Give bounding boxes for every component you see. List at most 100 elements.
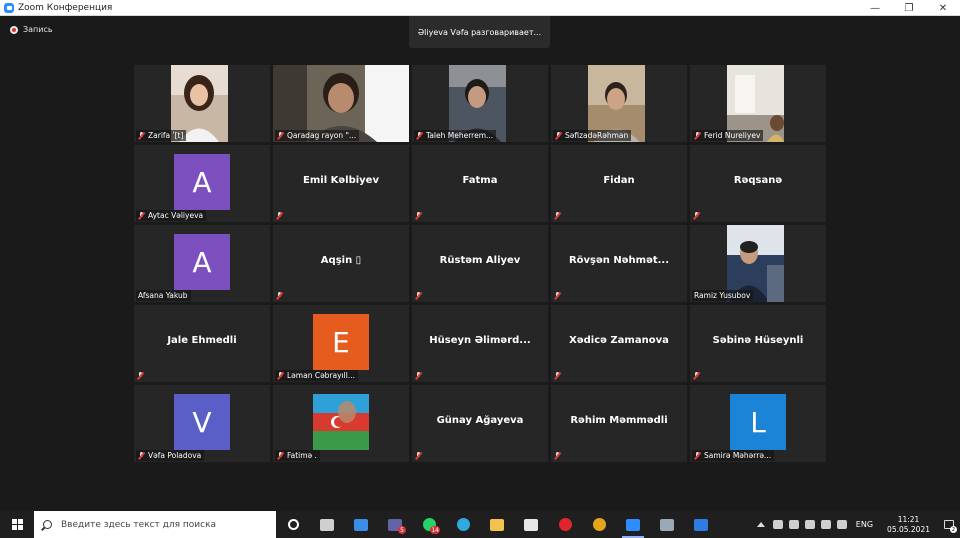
windows-logo-icon [11, 519, 23, 530]
network-status-icon[interactable] [772, 520, 783, 529]
participant-tile[interactable]: Fidan [551, 145, 687, 222]
search-icon [43, 520, 52, 529]
taskbar-app-button[interactable] [446, 511, 480, 538]
muted-mic-icon [416, 131, 423, 140]
participant-avatar: V [174, 394, 230, 450]
microphone-icon[interactable] [788, 520, 799, 529]
app-badge: 5 [398, 526, 406, 534]
taskbar-app-button[interactable] [548, 511, 582, 538]
participant-avatar: E [313, 314, 369, 370]
participant-name: Taleh Meherrem... [426, 131, 494, 140]
participant-tile[interactable]: Rüstəm Aliyev [412, 225, 548, 302]
participant-name: Ləman Cəbrayıll... [287, 371, 355, 380]
taskbar-app-button[interactable] [344, 511, 378, 538]
participant-tile[interactable]: Günay Ağayeva [412, 385, 548, 462]
participant-label: Vəfa Poladova [136, 450, 205, 461]
muted-mic-icon [138, 211, 145, 220]
muted-mic-icon [554, 292, 561, 300]
taskbar-app-button[interactable] [684, 511, 718, 538]
participant-tile[interactable]: Jale Ehmedli [134, 305, 270, 382]
participant-name: Afsana Yakub [138, 291, 188, 300]
participant-name-center: Aqşin ▯ [320, 255, 362, 266]
recording-indicator[interactable]: Запись [10, 25, 53, 34]
restore-button[interactable]: ❐ [892, 0, 926, 16]
windows-taskbar: Введите здесь текст для поиска 5 14 ENG 1… [0, 511, 960, 538]
taskbar-app-button[interactable] [310, 511, 344, 538]
participant-name-center: Rəqsanə [733, 175, 783, 186]
participant-tile[interactable]: Ramiz Yusubov [690, 225, 826, 302]
window-controls: — ❐ ✕ [858, 0, 960, 16]
participant-tile[interactable]: Rövşən Nəhmət... [551, 225, 687, 302]
participant-tile[interactable]: Qaradag rayon "... [273, 65, 409, 142]
participant-tile[interactable]: Səbinə Hüseynli [690, 305, 826, 382]
battery-icon[interactable] [804, 520, 815, 529]
participant-tile[interactable]: Aqşin ▯ [273, 225, 409, 302]
close-button[interactable]: ✕ [926, 0, 960, 16]
participant-tile[interactable]: Taleh Meherrem... [412, 65, 548, 142]
muted-mic-icon [555, 131, 562, 140]
participant-name-center: Rəhim Məmmədli [570, 415, 668, 426]
taskbar-app-button[interactable]: 14 [412, 511, 446, 538]
participant-tile[interactable]: Rəhim Məmmədli [551, 385, 687, 462]
minimize-button[interactable]: — [858, 0, 892, 16]
participant-avatar: A [174, 234, 230, 290]
taskbar-search[interactable]: Введите здесь текст для поиска [34, 511, 276, 538]
participant-name-center: Rövşən Nəhmət... [568, 255, 670, 266]
participant-name-center: Jale Ehmedli [167, 335, 237, 346]
participant-name-center: Hüseyn Əlimərd... [429, 335, 531, 346]
participant-label: Ləman Cəbrayıll... [275, 370, 358, 381]
participant-tile[interactable]: Ferid Nureliyev [690, 65, 826, 142]
start-button[interactable] [0, 511, 34, 538]
taskbar-app-button[interactable] [480, 511, 514, 538]
participant-tile[interactable]: Emil Kəlbiyev [273, 145, 409, 222]
language-indicator[interactable]: ENG [856, 520, 873, 529]
participant-tile[interactable]: Hüseyn Əlimərd... [412, 305, 548, 382]
participant-tile[interactable]: Fatma [412, 145, 548, 222]
participant-name: Aytac Vəliyeva [148, 211, 204, 220]
participant-tile[interactable]: A Aytac Vəliyeva [134, 145, 270, 222]
participant-label: Samirə Məhərrə... [692, 450, 775, 461]
taskbar-apps: 5 14 [276, 511, 718, 538]
mail-icon [354, 518, 368, 531]
wifi-icon[interactable] [820, 520, 831, 529]
participant-tile[interactable]: E Ləman Cəbrayıll... [273, 305, 409, 382]
taskbar-app-button[interactable] [650, 511, 684, 538]
participant-tile[interactable]: A Afsana Yakub [134, 225, 270, 302]
gallery-grid: Zarifa ʹ[t] Qaradag rayon "... Taleh Meher… [134, 65, 827, 465]
active-speaker-text: Əliyeva Vəfa разговаривает... [417, 27, 542, 37]
recording-label: Запись [23, 25, 53, 34]
taskbar-app-button[interactable] [276, 511, 310, 538]
search-placeholder: Введите здесь текст для поиска [61, 519, 217, 530]
participant-tile[interactable]: V Vəfa Poladova [134, 385, 270, 462]
participant-tile[interactable]: Fatimə . [273, 385, 409, 462]
muted-mic-icon [276, 212, 283, 220]
muted-mic-icon [415, 212, 422, 220]
taskbar-app-button[interactable] [514, 511, 548, 538]
app-icon [660, 518, 674, 531]
participant-name-center: Emil Kəlbiyev [303, 175, 379, 186]
participant-tile[interactable]: SəfizadəRəhman [551, 65, 687, 142]
muted-mic-icon [554, 372, 561, 380]
participant-label: Aytac Vəliyeva [136, 210, 207, 221]
participant-tile[interactable]: L Samirə Məhərrə... [690, 385, 826, 462]
participant-name-center: Rüstəm Aliyev [439, 255, 521, 266]
participant-tile[interactable]: Zarifa ʹ[t] [134, 65, 270, 142]
clock[interactable]: 11:21 05.05.2021 [887, 515, 930, 535]
notification-center-button[interactable]: 2 [938, 511, 960, 538]
muted-mic-icon [415, 372, 422, 380]
task-view-icon [287, 519, 299, 530]
volume-icon[interactable] [836, 520, 847, 529]
participant-avatar: L [730, 394, 786, 450]
participant-name: Ferid Nureliyev [704, 131, 761, 140]
show-hidden-icons-icon[interactable] [756, 522, 765, 527]
zoom-app-icon [4, 2, 14, 13]
taskbar-app-button[interactable] [582, 511, 616, 538]
participant-label: Taleh Meherrem... [414, 130, 497, 141]
participant-tile[interactable]: Xədicə Zamanova [551, 305, 687, 382]
participant-label: Ferid Nureliyev [692, 130, 764, 141]
opera-icon [558, 518, 572, 531]
taskbar-app-button[interactable]: 5 [378, 511, 412, 538]
participant-tile[interactable]: Rəqsanə [690, 145, 826, 222]
notification-count: 2 [950, 526, 957, 533]
taskbar-app-button[interactable] [616, 511, 650, 538]
